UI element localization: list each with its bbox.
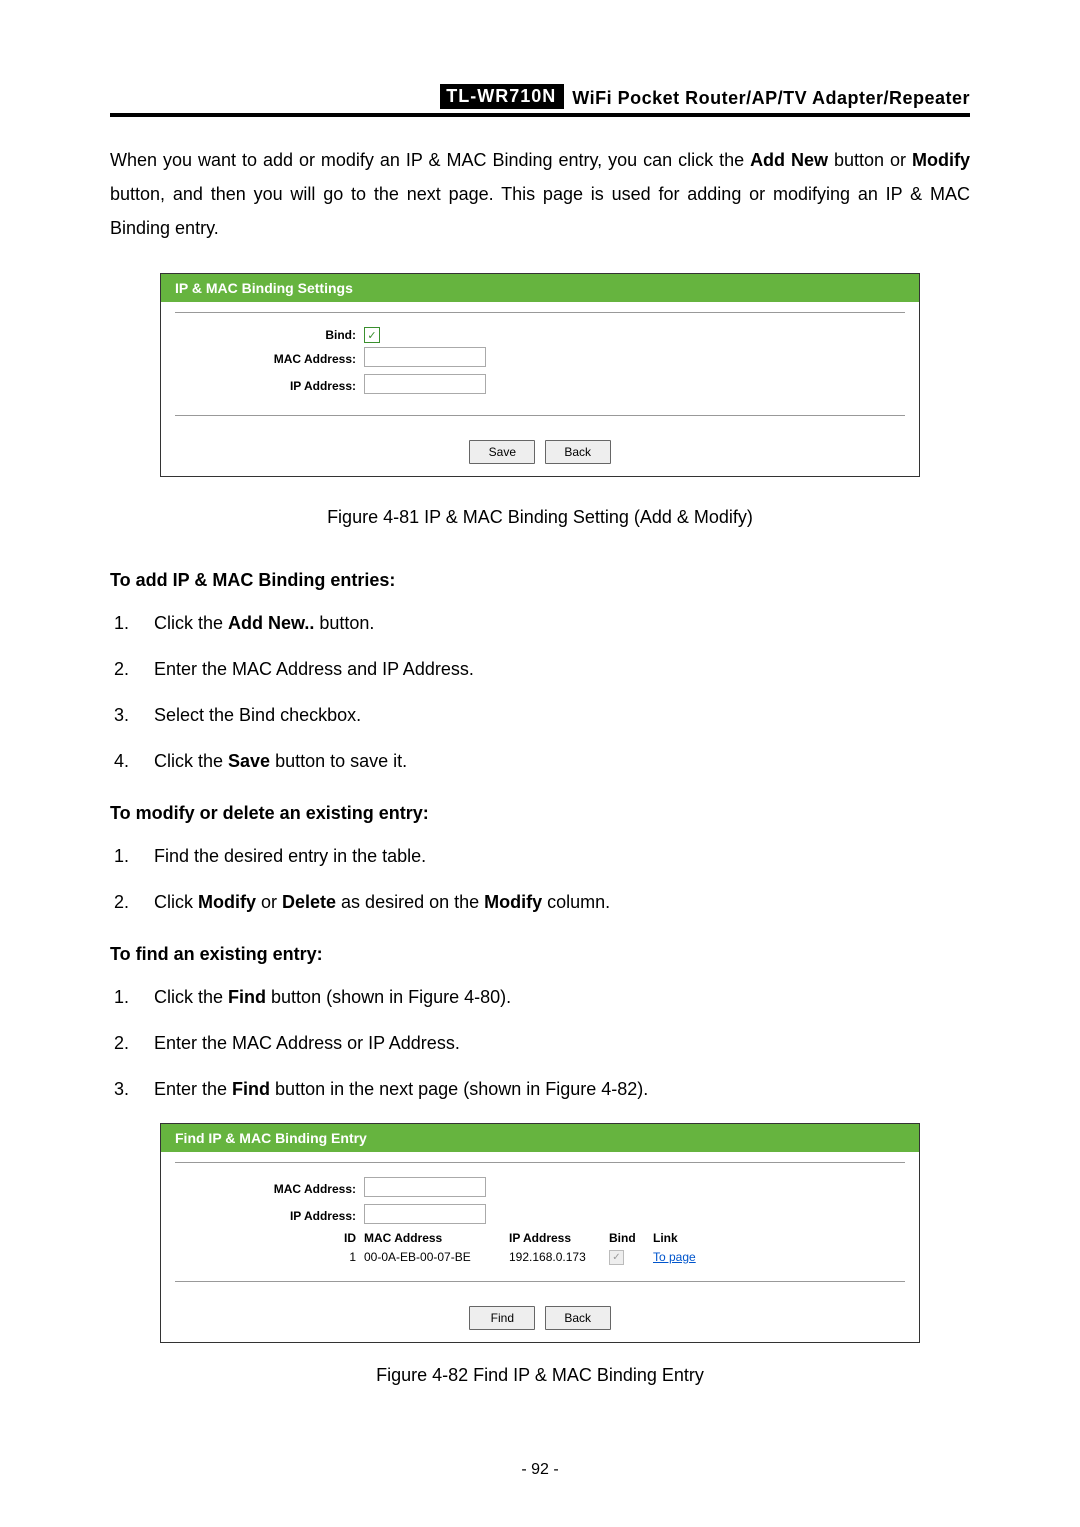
- figure-4-81-caption: Figure 4-81 IP & MAC Binding Setting (Ad…: [110, 507, 970, 528]
- find-button[interactable]: Find: [469, 1306, 535, 1330]
- divider: [175, 312, 905, 313]
- back-button[interactable]: Back: [545, 440, 611, 464]
- find-heading: To find an existing entry:: [110, 944, 970, 965]
- ip-input[interactable]: [364, 374, 486, 394]
- divider: [175, 415, 905, 416]
- panel-title: Find IP & MAC Binding Entry: [161, 1124, 919, 1152]
- list-item: Select the Bind checkbox.: [134, 703, 970, 727]
- figure-4-82-caption: Figure 4-82 Find IP & MAC Binding Entry: [110, 1365, 970, 1386]
- cell-id: 1: [161, 1250, 364, 1264]
- find-steps-list: Click the Find button (shown in Figure 4…: [110, 985, 970, 1101]
- model-description: WiFi Pocket Router/AP/TV Adapter/Repeate…: [564, 88, 970, 109]
- cell-bind: ✓: [609, 1249, 653, 1265]
- col-link: Link: [653, 1231, 713, 1245]
- button-row: Find Back: [161, 1296, 919, 1342]
- list-item: Enter the MAC Address and IP Address.: [134, 657, 970, 681]
- panel-title: IP & MAC Binding Settings: [161, 274, 919, 302]
- model-number: TL-WR710N: [440, 84, 564, 109]
- bind-checkbox-disabled: ✓: [609, 1250, 624, 1265]
- table-row: 1 00-0A-EB-00-07-BE 192.168.0.173 ✓ To p…: [161, 1249, 919, 1265]
- cell-mac: 00-0A-EB-00-07-BE: [364, 1250, 509, 1264]
- col-ip: IP Address: [509, 1231, 609, 1245]
- to-page-link[interactable]: To page: [653, 1250, 696, 1264]
- col-mac: MAC Address: [364, 1231, 509, 1245]
- modify-steps-list: Find the desired entry in the table. Cli…: [110, 844, 970, 914]
- list-item: Enter the MAC Address or IP Address.: [134, 1031, 970, 1055]
- add-heading: To add IP & MAC Binding entries:: [110, 570, 970, 591]
- cell-ip: 192.168.0.173: [509, 1250, 609, 1264]
- mac-label: MAC Address:: [161, 1182, 364, 1196]
- list-item: Click Modify or Delete as desired on the…: [134, 890, 970, 914]
- ip-label: IP Address:: [161, 379, 364, 393]
- col-bind: Bind: [609, 1231, 653, 1245]
- bind-checkbox[interactable]: ✓: [364, 327, 380, 343]
- page-header: TL-WR710N WiFi Pocket Router/AP/TV Adapt…: [110, 84, 970, 113]
- page-number: - 92 -: [0, 1461, 1080, 1479]
- divider: [175, 1162, 905, 1163]
- list-item: Click the Save button to save it.: [134, 749, 970, 773]
- save-button[interactable]: Save: [469, 440, 535, 464]
- col-id: ID: [161, 1231, 364, 1245]
- figure-4-81: IP & MAC Binding Settings Bind: ✓ MAC Ad…: [160, 273, 920, 477]
- mac-input[interactable]: [364, 347, 486, 367]
- header-rule: [110, 113, 970, 117]
- ip-input[interactable]: [364, 1204, 486, 1224]
- mac-label: MAC Address:: [161, 352, 364, 366]
- ip-label: IP Address:: [161, 1209, 364, 1223]
- back-button[interactable]: Back: [545, 1306, 611, 1330]
- modify-heading: To modify or delete an existing entry:: [110, 803, 970, 824]
- panel-body: MAC Address: IP Address: ID MAC Address …: [161, 1152, 919, 1342]
- table-header: ID MAC Address IP Address Bind Link: [161, 1231, 919, 1245]
- page: TL-WR710N WiFi Pocket Router/AP/TV Adapt…: [0, 0, 1080, 1527]
- panel-body: Bind: ✓ MAC Address: IP Address: Save Ba…: [161, 302, 919, 476]
- list-item: Find the desired entry in the table.: [134, 844, 970, 868]
- add-steps-list: Click the Add New.. button. Enter the MA…: [110, 611, 970, 773]
- intro-paragraph: When you want to add or modify an IP & M…: [110, 143, 970, 245]
- button-row: Save Back: [161, 430, 919, 476]
- list-item: Click the Add New.. button.: [134, 611, 970, 635]
- list-item: Enter the Find button in the next page (…: [134, 1077, 970, 1101]
- cell-link: To page: [653, 1250, 713, 1264]
- divider: [175, 1281, 905, 1282]
- figure-4-82: Find IP & MAC Binding Entry MAC Address:…: [160, 1123, 920, 1343]
- mac-input[interactable]: [364, 1177, 486, 1197]
- bind-label: Bind:: [161, 328, 364, 342]
- list-item: Click the Find button (shown in Figure 4…: [134, 985, 970, 1009]
